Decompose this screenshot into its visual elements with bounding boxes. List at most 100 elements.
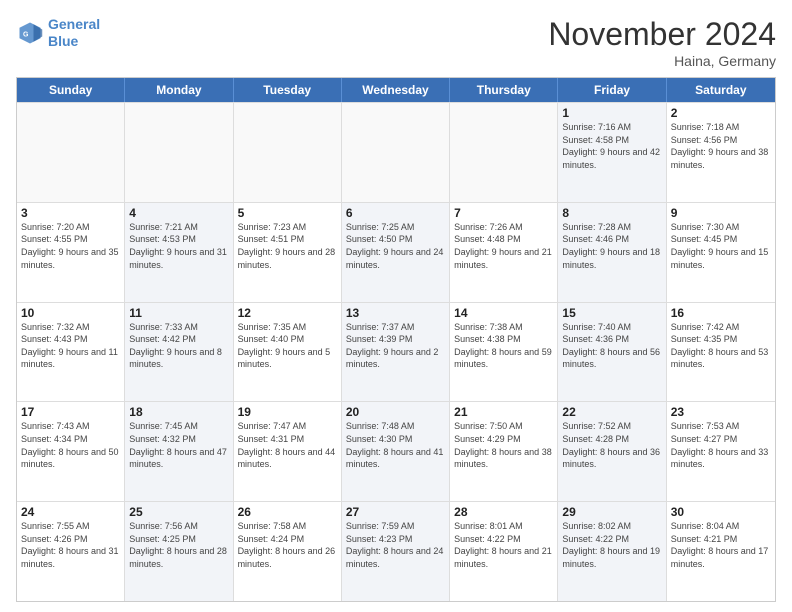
calendar-body: 1Sunrise: 7:16 AM Sunset: 4:58 PM Daylig…: [17, 102, 775, 601]
cal-cell-2-6: 8Sunrise: 7:28 AM Sunset: 4:46 PM Daylig…: [558, 203, 666, 302]
cell-detail: Sunrise: 7:35 AM Sunset: 4:40 PM Dayligh…: [238, 321, 337, 371]
cal-cell-4-2: 18Sunrise: 7:45 AM Sunset: 4:32 PM Dayli…: [125, 402, 233, 501]
cal-cell-3-7: 16Sunrise: 7:42 AM Sunset: 4:35 PM Dayli…: [667, 303, 775, 402]
cal-cell-1-7: 2Sunrise: 7:18 AM Sunset: 4:56 PM Daylig…: [667, 103, 775, 202]
svg-text:G: G: [23, 31, 29, 38]
cal-cell-4-5: 21Sunrise: 7:50 AM Sunset: 4:29 PM Dayli…: [450, 402, 558, 501]
header: G General Blue November 2024 Haina, Germ…: [16, 16, 776, 69]
cal-cell-3-5: 14Sunrise: 7:38 AM Sunset: 4:38 PM Dayli…: [450, 303, 558, 402]
cell-detail: Sunrise: 7:37 AM Sunset: 4:39 PM Dayligh…: [346, 321, 445, 371]
cal-cell-3-1: 10Sunrise: 7:32 AM Sunset: 4:43 PM Dayli…: [17, 303, 125, 402]
cal-cell-4-4: 20Sunrise: 7:48 AM Sunset: 4:30 PM Dayli…: [342, 402, 450, 501]
cal-row-5: 24Sunrise: 7:55 AM Sunset: 4:26 PM Dayli…: [17, 501, 775, 601]
cal-row-4: 17Sunrise: 7:43 AM Sunset: 4:34 PM Dayli…: [17, 401, 775, 501]
cell-detail: Sunrise: 7:53 AM Sunset: 4:27 PM Dayligh…: [671, 420, 771, 470]
cal-cell-4-6: 22Sunrise: 7:52 AM Sunset: 4:28 PM Dayli…: [558, 402, 666, 501]
cal-cell-2-5: 7Sunrise: 7:26 AM Sunset: 4:48 PM Daylig…: [450, 203, 558, 302]
cell-detail: Sunrise: 8:01 AM Sunset: 4:22 PM Dayligh…: [454, 520, 553, 570]
page: G General Blue November 2024 Haina, Germ…: [0, 0, 792, 612]
day-number: 17: [21, 405, 120, 419]
cell-detail: Sunrise: 7:42 AM Sunset: 4:35 PM Dayligh…: [671, 321, 771, 371]
cell-detail: Sunrise: 7:32 AM Sunset: 4:43 PM Dayligh…: [21, 321, 120, 371]
cal-cell-3-2: 11Sunrise: 7:33 AM Sunset: 4:42 PM Dayli…: [125, 303, 233, 402]
cell-detail: Sunrise: 7:21 AM Sunset: 4:53 PM Dayligh…: [129, 221, 228, 271]
cal-cell-2-4: 6Sunrise: 7:25 AM Sunset: 4:50 PM Daylig…: [342, 203, 450, 302]
cell-detail: Sunrise: 7:18 AM Sunset: 4:56 PM Dayligh…: [671, 121, 771, 171]
day-number: 21: [454, 405, 553, 419]
cal-cell-3-4: 13Sunrise: 7:37 AM Sunset: 4:39 PM Dayli…: [342, 303, 450, 402]
header-sunday: Sunday: [17, 78, 125, 102]
cal-cell-5-7: 30Sunrise: 8:04 AM Sunset: 4:21 PM Dayli…: [667, 502, 775, 601]
cell-detail: Sunrise: 7:59 AM Sunset: 4:23 PM Dayligh…: [346, 520, 445, 570]
header-tuesday: Tuesday: [234, 78, 342, 102]
cell-detail: Sunrise: 8:02 AM Sunset: 4:22 PM Dayligh…: [562, 520, 661, 570]
day-number: 16: [671, 306, 771, 320]
cell-detail: Sunrise: 7:40 AM Sunset: 4:36 PM Dayligh…: [562, 321, 661, 371]
cell-detail: Sunrise: 7:52 AM Sunset: 4:28 PM Dayligh…: [562, 420, 661, 470]
cell-detail: Sunrise: 7:50 AM Sunset: 4:29 PM Dayligh…: [454, 420, 553, 470]
day-number: 5: [238, 206, 337, 220]
cell-detail: Sunrise: 7:26 AM Sunset: 4:48 PM Dayligh…: [454, 221, 553, 271]
cell-detail: Sunrise: 7:45 AM Sunset: 4:32 PM Dayligh…: [129, 420, 228, 470]
cal-cell-2-2: 4Sunrise: 7:21 AM Sunset: 4:53 PM Daylig…: [125, 203, 233, 302]
cell-detail: Sunrise: 7:43 AM Sunset: 4:34 PM Dayligh…: [21, 420, 120, 470]
cal-cell-2-3: 5Sunrise: 7:23 AM Sunset: 4:51 PM Daylig…: [234, 203, 342, 302]
day-number: 26: [238, 505, 337, 519]
cal-row-3: 10Sunrise: 7:32 AM Sunset: 4:43 PM Dayli…: [17, 302, 775, 402]
day-number: 9: [671, 206, 771, 220]
cal-cell-3-6: 15Sunrise: 7:40 AM Sunset: 4:36 PM Dayli…: [558, 303, 666, 402]
day-number: 28: [454, 505, 553, 519]
day-number: 15: [562, 306, 661, 320]
cell-detail: Sunrise: 7:48 AM Sunset: 4:30 PM Dayligh…: [346, 420, 445, 470]
day-number: 3: [21, 206, 120, 220]
logo-line2: Blue: [48, 33, 78, 49]
cell-detail: Sunrise: 7:33 AM Sunset: 4:42 PM Dayligh…: [129, 321, 228, 371]
cal-cell-2-7: 9Sunrise: 7:30 AM Sunset: 4:45 PM Daylig…: [667, 203, 775, 302]
day-number: 4: [129, 206, 228, 220]
cal-cell-1-3: [234, 103, 342, 202]
cell-detail: Sunrise: 7:23 AM Sunset: 4:51 PM Dayligh…: [238, 221, 337, 271]
day-number: 1: [562, 106, 661, 120]
cal-cell-1-5: [450, 103, 558, 202]
day-number: 25: [129, 505, 228, 519]
day-number: 10: [21, 306, 120, 320]
header-saturday: Saturday: [667, 78, 775, 102]
cal-cell-3-3: 12Sunrise: 7:35 AM Sunset: 4:40 PM Dayli…: [234, 303, 342, 402]
header-wednesday: Wednesday: [342, 78, 450, 102]
day-number: 2: [671, 106, 771, 120]
cal-cell-4-7: 23Sunrise: 7:53 AM Sunset: 4:27 PM Dayli…: [667, 402, 775, 501]
cal-cell-4-1: 17Sunrise: 7:43 AM Sunset: 4:34 PM Dayli…: [17, 402, 125, 501]
header-monday: Monday: [125, 78, 233, 102]
cell-detail: Sunrise: 7:55 AM Sunset: 4:26 PM Dayligh…: [21, 520, 120, 570]
day-number: 12: [238, 306, 337, 320]
day-number: 7: [454, 206, 553, 220]
month-title: November 2024: [548, 16, 776, 53]
day-number: 24: [21, 505, 120, 519]
cal-cell-5-2: 25Sunrise: 7:56 AM Sunset: 4:25 PM Dayli…: [125, 502, 233, 601]
logo-line1: General: [48, 16, 100, 32]
day-number: 20: [346, 405, 445, 419]
cal-cell-2-1: 3Sunrise: 7:20 AM Sunset: 4:55 PM Daylig…: [17, 203, 125, 302]
day-number: 18: [129, 405, 228, 419]
cell-detail: Sunrise: 7:38 AM Sunset: 4:38 PM Dayligh…: [454, 321, 553, 371]
calendar-header: Sunday Monday Tuesday Wednesday Thursday…: [17, 78, 775, 102]
day-number: 6: [346, 206, 445, 220]
cell-detail: Sunrise: 8:04 AM Sunset: 4:21 PM Dayligh…: [671, 520, 771, 570]
cal-cell-4-3: 19Sunrise: 7:47 AM Sunset: 4:31 PM Dayli…: [234, 402, 342, 501]
cal-cell-5-3: 26Sunrise: 7:58 AM Sunset: 4:24 PM Dayli…: [234, 502, 342, 601]
title-block: November 2024 Haina, Germany: [548, 16, 776, 69]
day-number: 8: [562, 206, 661, 220]
cell-detail: Sunrise: 7:58 AM Sunset: 4:24 PM Dayligh…: [238, 520, 337, 570]
cal-cell-5-1: 24Sunrise: 7:55 AM Sunset: 4:26 PM Dayli…: [17, 502, 125, 601]
day-number: 30: [671, 505, 771, 519]
header-thursday: Thursday: [450, 78, 558, 102]
calendar: Sunday Monday Tuesday Wednesday Thursday…: [16, 77, 776, 602]
day-number: 19: [238, 405, 337, 419]
cal-cell-5-5: 28Sunrise: 8:01 AM Sunset: 4:22 PM Dayli…: [450, 502, 558, 601]
cell-detail: Sunrise: 7:30 AM Sunset: 4:45 PM Dayligh…: [671, 221, 771, 271]
day-number: 11: [129, 306, 228, 320]
day-number: 13: [346, 306, 445, 320]
location-title: Haina, Germany: [548, 53, 776, 69]
day-number: 23: [671, 405, 771, 419]
day-number: 22: [562, 405, 661, 419]
